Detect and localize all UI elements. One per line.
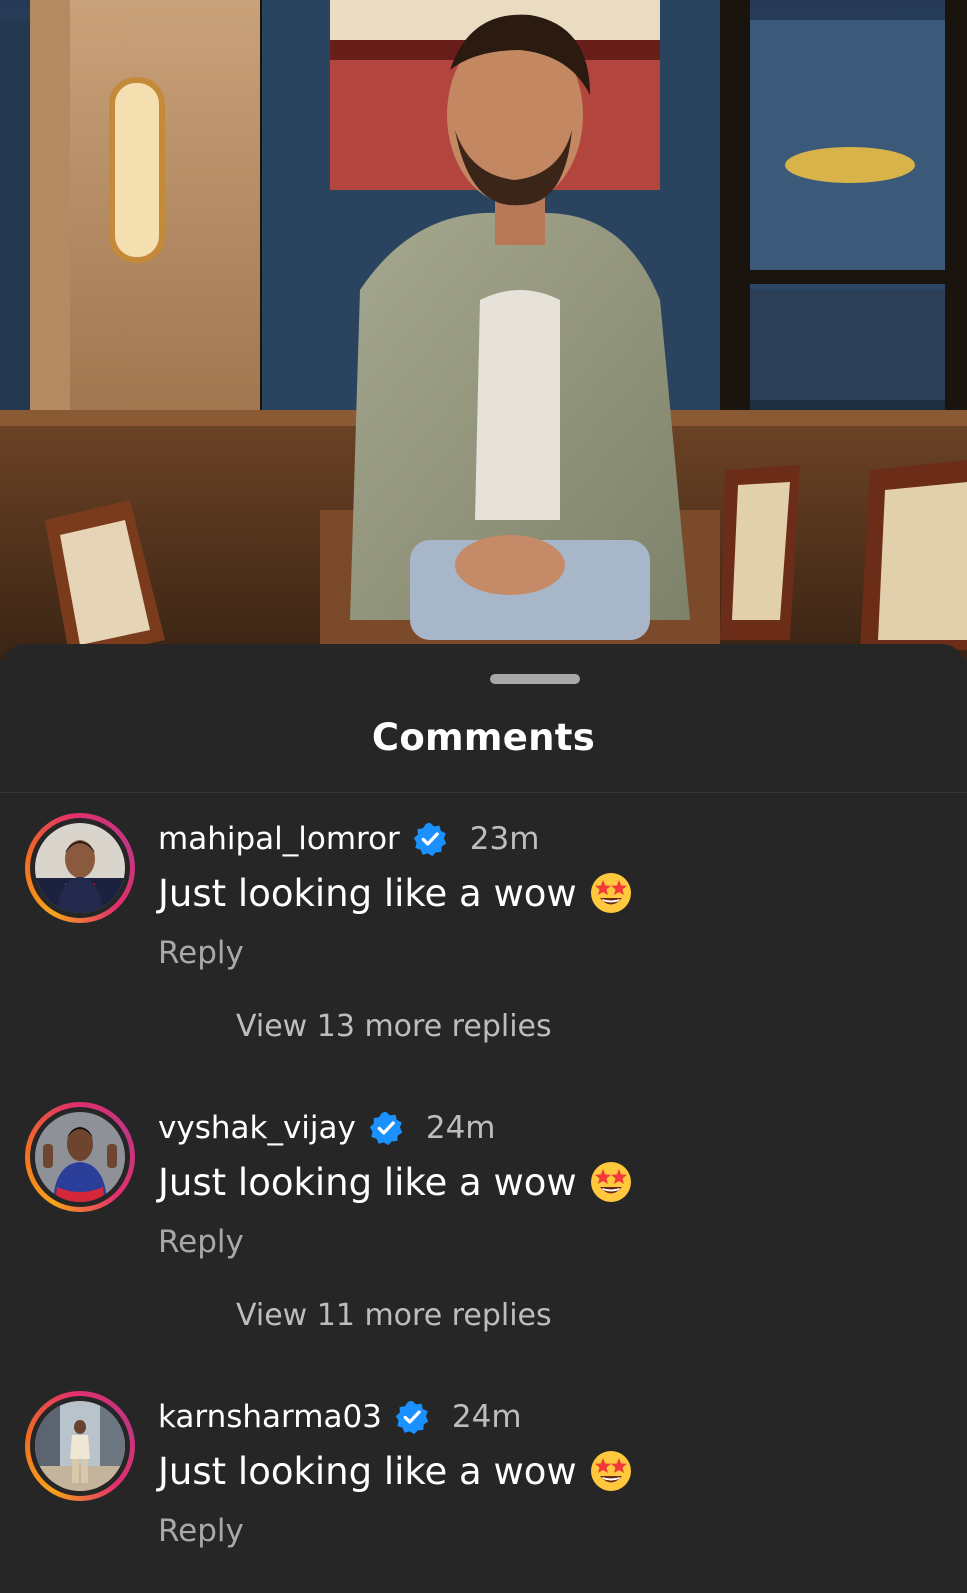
comment-text: Just looking like a wow xyxy=(158,871,577,915)
reply-button[interactable]: Reply xyxy=(158,1224,244,1260)
verified-badge-icon xyxy=(413,822,446,857)
verified-badge-icon xyxy=(369,1111,403,1146)
header-divider xyxy=(0,792,967,793)
comment-item: mahipal_lomror 23m Just looking like a w… xyxy=(0,813,967,1073)
reply-button[interactable]: Reply xyxy=(158,935,244,971)
avatar[interactable] xyxy=(35,1401,125,1491)
comments-sheet: Comments mahipal_lomror 23m Just looking… xyxy=(0,644,967,1593)
story-ring[interactable] xyxy=(25,1391,135,1501)
view-more-replies-button[interactable]: View 11 more replies xyxy=(236,1298,552,1333)
story-ring[interactable] xyxy=(25,813,135,923)
username[interactable]: vyshak_vijay xyxy=(158,1110,356,1146)
drag-handle[interactable] xyxy=(490,674,580,684)
verified-badge-icon xyxy=(395,1400,429,1435)
avatar[interactable] xyxy=(35,823,125,913)
screen: Comments mahipal_lomror 23m Just looking… xyxy=(0,0,967,1593)
comment-body: Just looking like a wow xyxy=(158,1449,633,1493)
avatar-frame xyxy=(30,818,130,918)
comment-text: Just looking like a wow xyxy=(158,1160,577,1204)
comment-item: vyshak_vijay 24m Just looking like a wow… xyxy=(0,1102,967,1362)
comment-time: 24m xyxy=(425,1110,496,1146)
star-struck-emoji-icon xyxy=(590,1162,631,1202)
comment-body: Just looking like a wow xyxy=(158,871,633,915)
avatar-frame xyxy=(30,1396,130,1496)
post-photo xyxy=(0,0,967,660)
comment-header: vyshak_vijay 24m xyxy=(158,1106,496,1150)
sheet-title: Comments xyxy=(371,716,596,759)
comment-item: karnsharma03 24m Just looking like a wow… xyxy=(0,1391,967,1593)
comment-time: 24m xyxy=(451,1399,522,1435)
avatar-frame xyxy=(30,1107,130,1207)
avatar[interactable] xyxy=(35,1112,125,1202)
star-struck-emoji-icon xyxy=(590,1451,631,1491)
comment-body: Just looking like a wow xyxy=(158,1160,633,1204)
story-ring[interactable] xyxy=(25,1102,135,1212)
username[interactable]: mahipal_lomror xyxy=(158,821,400,857)
view-more-replies-button[interactable]: View 13 more replies xyxy=(236,1009,552,1044)
star-struck-emoji-icon xyxy=(590,873,631,913)
comment-time: 23m xyxy=(469,821,540,857)
reply-button[interactable]: Reply xyxy=(158,1513,244,1549)
username[interactable]: karnsharma03 xyxy=(158,1399,382,1435)
comment-header: mahipal_lomror 23m xyxy=(158,817,539,861)
comment-text: Just looking like a wow xyxy=(158,1449,577,1493)
comment-header: karnsharma03 24m xyxy=(158,1395,522,1439)
